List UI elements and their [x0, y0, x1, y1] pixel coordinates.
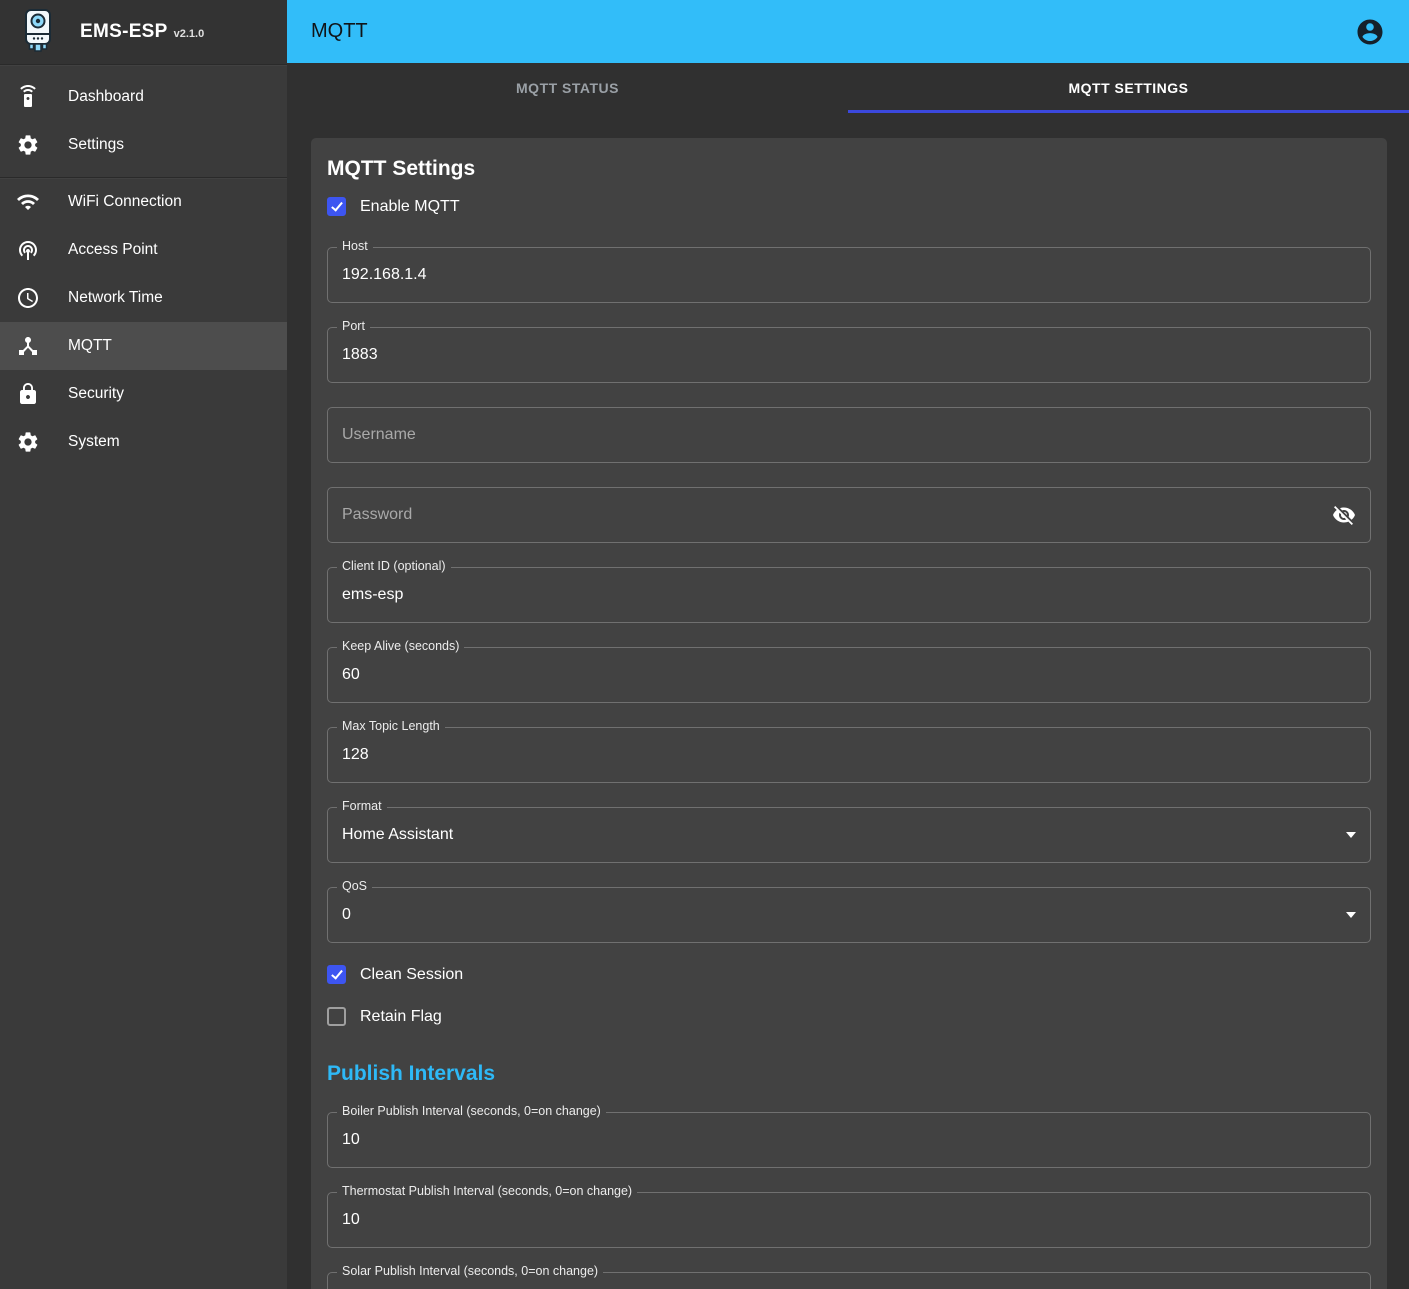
wifi-icon [16, 190, 40, 214]
mqtt-settings-card: MQTT Settings Enable MQTT Host 192.168.1… [311, 138, 1387, 1289]
sidebar-item-label: Settings [68, 136, 124, 154]
checkbox-label: Enable MQTT [360, 198, 460, 216]
field-placeholder: Username [342, 426, 416, 444]
field-value: 192.168.1.4 [342, 266, 427, 284]
visibility-off-icon[interactable] [1332, 503, 1356, 527]
field-value: 60 [342, 666, 360, 684]
field-label: Thermostat Publish Interval (seconds, 0=… [337, 1184, 637, 1198]
tab-mqtt-status[interactable]: MQTT STATUS [287, 63, 848, 113]
appbar: MQTT [287, 0, 1409, 63]
settings-remote-icon [16, 85, 40, 109]
sidebar-item-label: MQTT [68, 337, 112, 355]
password-field[interactable]: Password [327, 487, 1371, 543]
account-circle-icon[interactable] [1355, 17, 1385, 47]
field-label: Client ID (optional) [337, 559, 451, 573]
field-label: Keep Alive (seconds) [337, 639, 464, 653]
tab-label: MQTT SETTINGS [1068, 80, 1188, 96]
brand: EMS-ESP v2.1.0 [80, 21, 204, 43]
field-placeholder: Password [342, 506, 412, 524]
field-label: Boiler Publish Interval (seconds, 0=on c… [337, 1104, 606, 1118]
format-select[interactable]: Format Home Assistant [327, 807, 1371, 863]
sidebar-item-network-time[interactable]: Network Time [0, 274, 287, 322]
field-value: 1883 [342, 346, 378, 364]
qos-select[interactable]: QoS 0 [327, 887, 1371, 943]
thermostat-publish-interval-field[interactable]: Thermostat Publish Interval (seconds, 0=… [327, 1192, 1371, 1248]
boiler-publish-interval-field[interactable]: Boiler Publish Interval (seconds, 0=on c… [327, 1112, 1371, 1168]
sidebar-item-access-point[interactable]: Access Point [0, 226, 287, 274]
sidebar: EMS-ESP v2.1.0 Dashboard Settings WiFi C… [0, 0, 287, 1289]
checkbox-label: Retain Flag [360, 1008, 442, 1026]
sidebar-item-mqtt[interactable]: MQTT [0, 322, 287, 370]
max-topic-length-field[interactable]: Max Topic Length 128 [327, 727, 1371, 783]
sidebar-item-label: Security [68, 385, 124, 403]
field-label: Solar Publish Interval (seconds, 0=on ch… [337, 1264, 603, 1278]
sidebar-item-security[interactable]: Security [0, 370, 287, 418]
checkbox[interactable] [327, 1007, 346, 1026]
page-title: MQTT [311, 20, 368, 43]
sidebar-item-label: Dashboard [68, 88, 144, 106]
sidebar-item-wifi-connection[interactable]: WiFi Connection [0, 178, 287, 226]
gear-icon [16, 430, 40, 454]
sidebar-item-label: WiFi Connection [68, 193, 182, 211]
gear-icon [16, 133, 40, 157]
field-value: 10 [342, 1211, 360, 1229]
sidebar-item-label: Network Time [68, 289, 163, 307]
lock-icon [16, 382, 40, 406]
sidebar-item-settings[interactable]: Settings [0, 121, 287, 169]
wifi-tethering-icon [16, 238, 40, 262]
tabbar: MQTT STATUS MQTT SETTINGS [287, 63, 1409, 113]
field-label: QoS [337, 879, 372, 893]
dropdown-arrow-icon [1346, 912, 1356, 918]
app-name: EMS-ESP [80, 21, 168, 43]
card-title: MQTT Settings [327, 157, 1371, 181]
solar-publish-interval-field[interactable]: Solar Publish Interval (seconds, 0=on ch… [327, 1272, 1371, 1289]
content-area: MQTT Settings Enable MQTT Host 192.168.1… [287, 113, 1409, 1289]
sidebar-item-label: System [68, 433, 120, 451]
field-label: Max Topic Length [337, 719, 445, 733]
sidebar-section-project: Dashboard Settings [0, 65, 287, 177]
sidebar-item-label: Access Point [68, 241, 158, 259]
sidebar-section-network: WiFi Connection Access Point Network Tim… [0, 178, 287, 466]
enable-mqtt-checkbox[interactable]: Enable MQTT [327, 197, 1371, 216]
retain-flag-checkbox[interactable]: Retain Flag [327, 1007, 1371, 1026]
field-label: Format [337, 799, 387, 813]
checkbox-label: Clean Session [360, 966, 463, 984]
field-value: 10 [342, 1131, 360, 1149]
device-hub-icon [16, 334, 40, 358]
field-label: Host [337, 239, 373, 253]
sidebar-item-dashboard[interactable]: Dashboard [0, 73, 287, 121]
field-value: ems-esp [342, 586, 403, 604]
field-label: Port [337, 319, 370, 333]
publish-intervals-heading: Publish Intervals [327, 1062, 1371, 1086]
port-field[interactable]: Port 1883 [327, 327, 1371, 383]
tab-mqtt-settings[interactable]: MQTT SETTINGS [848, 63, 1409, 113]
check-icon [331, 199, 343, 211]
field-value: 128 [342, 746, 369, 764]
sidebar-item-system[interactable]: System [0, 418, 287, 466]
select-value: Home Assistant [342, 826, 453, 844]
tab-label: MQTT STATUS [516, 80, 619, 96]
sidebar-header: EMS-ESP v2.1.0 [0, 0, 287, 64]
username-field[interactable]: Username [327, 407, 1371, 463]
clean-session-checkbox[interactable]: Clean Session [327, 965, 1371, 984]
clock-icon [16, 286, 40, 310]
host-field[interactable]: Host 192.168.1.4 [327, 247, 1371, 303]
client-id-field[interactable]: Client ID (optional) ems-esp [327, 567, 1371, 623]
checkbox[interactable] [327, 197, 346, 216]
check-icon [331, 967, 343, 979]
boiler-logo-icon [18, 7, 58, 58]
keep-alive-field[interactable]: Keep Alive (seconds) 60 [327, 647, 1371, 703]
app-version: v2.1.0 [174, 28, 205, 40]
dropdown-arrow-icon [1346, 832, 1356, 838]
select-value: 0 [342, 906, 351, 924]
checkbox[interactable] [327, 965, 346, 984]
